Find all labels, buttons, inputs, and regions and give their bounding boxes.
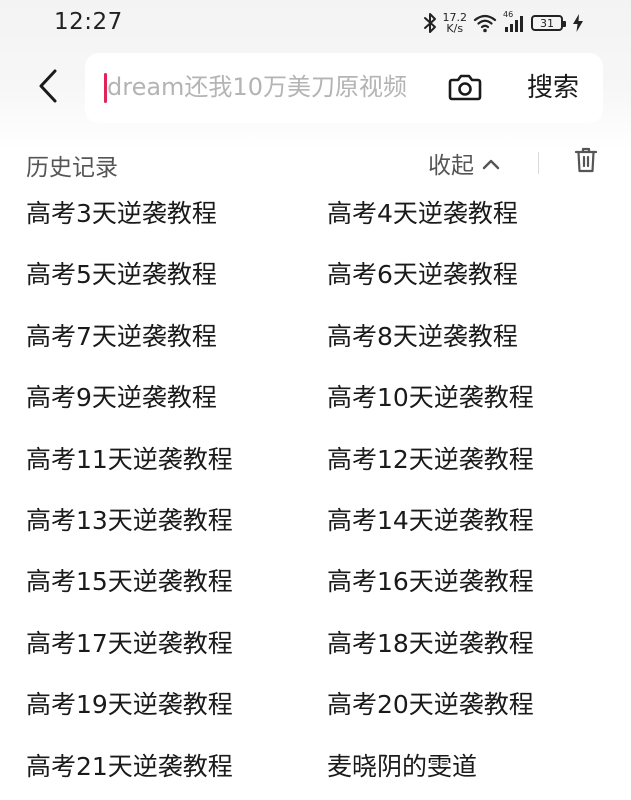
history-item[interactable]: 高考10天逆袭教程 <box>327 381 534 415</box>
history-item[interactable]: 高考15天逆袭教程 <box>26 565 233 599</box>
search-button[interactable]: 搜索 <box>527 71 579 105</box>
camera-search-button[interactable] <box>445 69 485 109</box>
back-arrow-icon <box>37 68 59 108</box>
charging-bolt-icon <box>573 14 583 32</box>
history-item[interactable]: 高考7天逆袭教程 <box>26 320 217 354</box>
history-item[interactable]: 高考17天逆袭教程 <box>26 627 233 661</box>
history-item[interactable]: 高考3天逆袭教程 <box>26 197 217 231</box>
history-title: 历史记录 <box>26 155 118 181</box>
history-item[interactable]: 高考13天逆袭教程 <box>26 504 233 538</box>
trash-icon <box>574 147 598 177</box>
wifi-icon <box>473 13 497 33</box>
signal-label: 46 <box>503 10 514 19</box>
history-item[interactable]: 高考6天逆袭教程 <box>327 258 518 292</box>
history-item[interactable]: 高考11天逆袭教程 <box>26 443 233 477</box>
history-item[interactable]: 高考12天逆袭教程 <box>327 443 534 477</box>
chevron-up-icon <box>482 150 500 176</box>
history-item[interactable]: 高考4天逆袭教程 <box>327 197 518 231</box>
history-item[interactable]: 高考21天逆袭教程 <box>26 750 233 784</box>
cellular-signal-icon: 46 <box>503 10 525 33</box>
camera-icon <box>448 72 482 106</box>
battery-icon: 31 <box>531 15 566 31</box>
network-speed: 17.2 K/s <box>443 12 468 34</box>
battery-level: 31 <box>540 16 554 30</box>
history-item[interactable]: 高考20天逆袭教程 <box>327 688 534 722</box>
history-item[interactable]: 高考9天逆袭教程 <box>26 381 217 415</box>
history-item[interactable]: 麦晓阴的雯道 <box>327 750 477 784</box>
header-divider <box>538 152 539 174</box>
history-item[interactable]: 高考19天逆袭教程 <box>26 688 233 722</box>
history-item[interactable]: 高考14天逆袭教程 <box>327 504 534 538</box>
history-item[interactable]: 高考16天逆袭教程 <box>327 565 534 599</box>
history-item[interactable]: 高考8天逆袭教程 <box>327 320 518 354</box>
search-box[interactable]: 搜索 <box>85 53 603 123</box>
clear-history-button[interactable] <box>572 147 600 177</box>
collapse-button[interactable]: 收起 <box>428 146 500 180</box>
network-speed-unit: K/s <box>446 22 464 35</box>
bluetooth-icon <box>423 12 437 34</box>
status-time: 12:27 <box>54 9 123 35</box>
collapse-label: 收起 <box>428 153 474 179</box>
status-icons: 17.2 K/s 46 31 <box>423 9 583 37</box>
back-button[interactable] <box>28 62 68 114</box>
history-item[interactable]: 高考18天逆袭教程 <box>327 627 534 661</box>
history-item[interactable]: 高考5天逆袭教程 <box>26 258 217 292</box>
search-input[interactable] <box>107 67 439 107</box>
